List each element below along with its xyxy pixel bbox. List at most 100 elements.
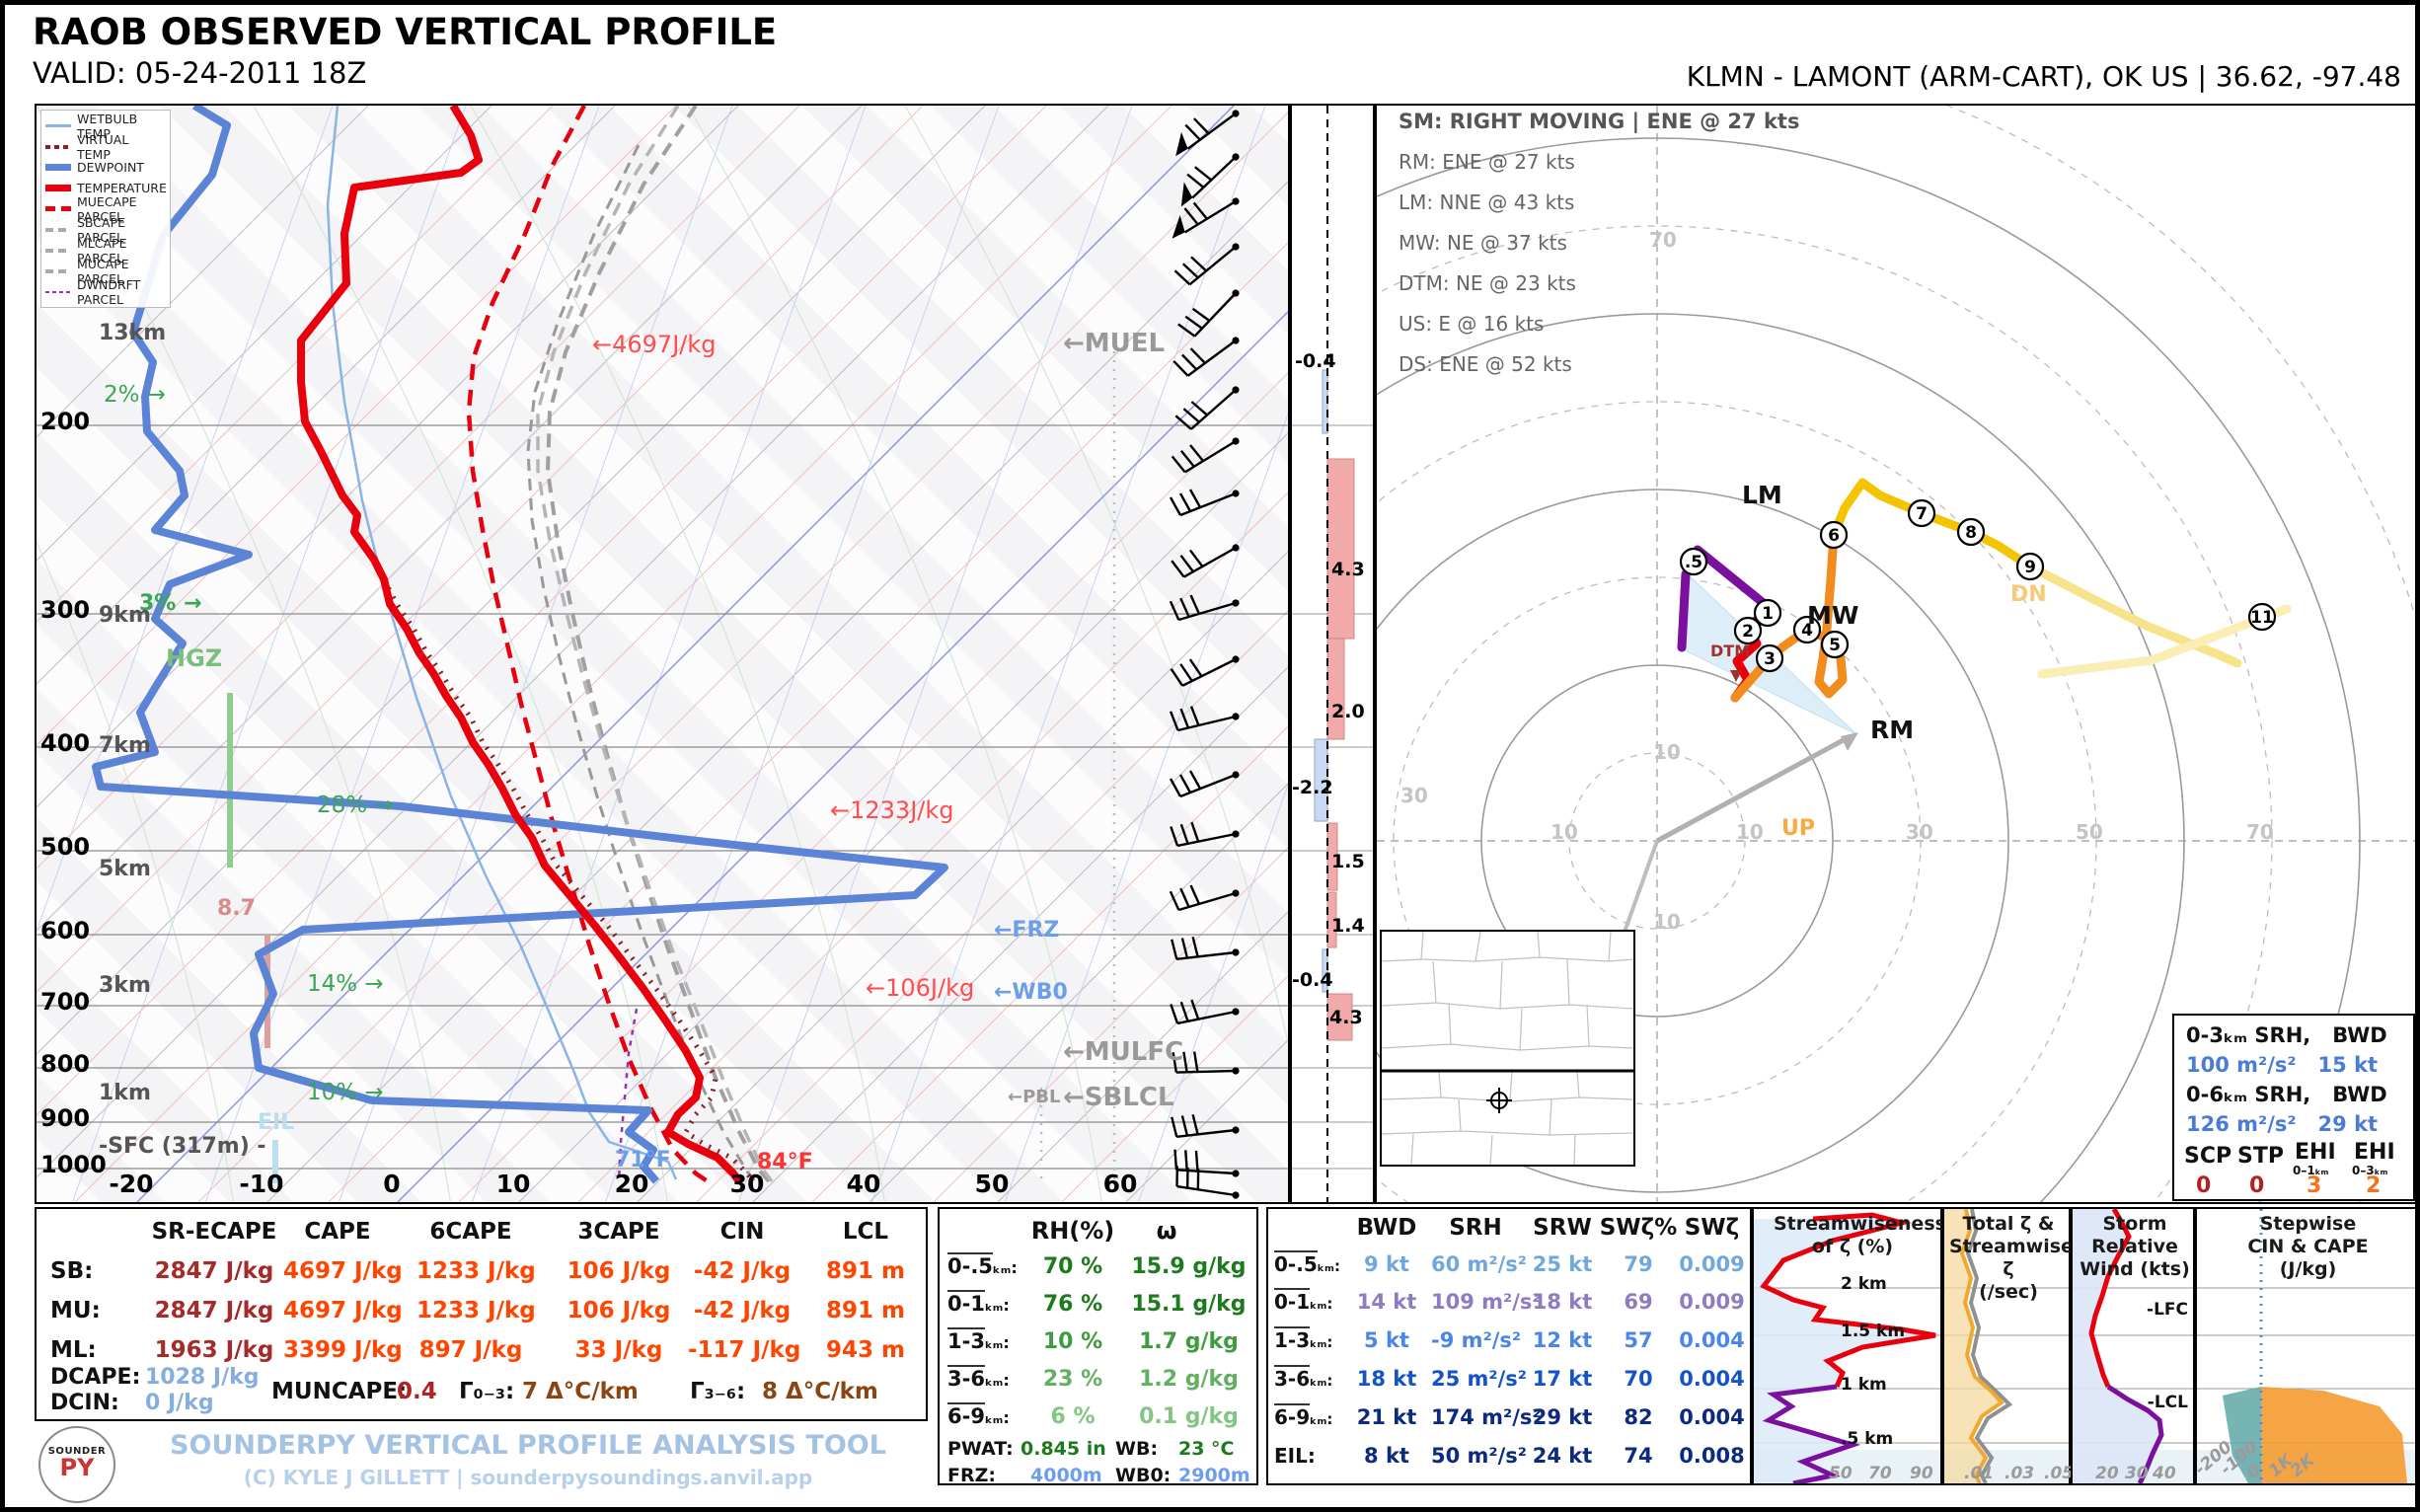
station-info: KLMN - LAMONT (ARM-CART), OK US | 36.62,… xyxy=(1687,60,2401,93)
temperature-line-icon xyxy=(45,185,71,191)
cell: 18 kt xyxy=(1523,1290,1602,1314)
layer: 6-9 xyxy=(947,1402,985,1428)
pressure-tick: 200 xyxy=(40,408,90,435)
height-marker-label: 11 xyxy=(2250,608,2274,628)
cell: 1233 J/kg xyxy=(416,1298,525,1323)
cell: 8 kt xyxy=(1347,1444,1426,1468)
height-marker-label: 5 xyxy=(1829,636,1841,655)
dcape-label: DCAPE: xyxy=(50,1365,140,1390)
row-label: EIL: xyxy=(1274,1444,1316,1468)
layer-unit: ₖₘ: xyxy=(1310,1295,1332,1313)
cell: 0.009 xyxy=(1675,1252,1749,1276)
layer-unit: ₖₘ: xyxy=(985,1333,1010,1352)
cell: 3399 J/kg xyxy=(283,1337,392,1363)
srh-row1-values: 100 m²/s² 15 kt xyxy=(2186,1053,2378,1077)
rh-value: 70 % xyxy=(1019,1254,1127,1279)
stp-value: 0 xyxy=(2249,1173,2264,1198)
ehi2-header: EHI xyxy=(2354,1140,2395,1165)
lapse36-label: Γ₃₋₆: xyxy=(690,1379,745,1404)
cell: 25 m²/s² xyxy=(1431,1367,1520,1391)
bwd-label: BWD xyxy=(2332,1023,2386,1047)
row-label: SB: xyxy=(50,1258,93,1284)
wb-value: 23 °C xyxy=(1178,1438,1235,1460)
height-label: 3km xyxy=(99,973,151,998)
us-line: US: E @ 16 kts xyxy=(1399,312,1799,336)
srh-row1-header: 0-3ₖₘ SRH, BWD xyxy=(2186,1023,2387,1047)
plot-title-line: of ζ (%) xyxy=(1774,1236,1931,1258)
temp-tick: 50 xyxy=(962,1170,1021,1198)
rh-header: RH(%) xyxy=(1014,1217,1132,1245)
ring-label: 70 xyxy=(1649,228,1677,252)
x-tick: .05 xyxy=(2044,1464,2074,1483)
eil-label: EIL xyxy=(258,1110,294,1135)
ring-label: 30 xyxy=(1400,784,1428,807)
cell: 2847 J/kg xyxy=(150,1298,278,1323)
row-label: 0-1ₖₘ: xyxy=(1274,1290,1332,1314)
mucape-annotation: ←4697J/kg xyxy=(592,331,716,358)
cell: 174 m²/s² xyxy=(1431,1405,1520,1429)
logo-text-py: PY xyxy=(40,1457,113,1478)
layer: 1-3 xyxy=(947,1327,985,1353)
x-tick: 90 xyxy=(1910,1464,1933,1483)
thermo-table: SR-ECAPE CAPE 6CAPE 3CAPE CIN LCL SB: 28… xyxy=(35,1207,928,1421)
trace-9km-plus xyxy=(2030,567,2237,663)
row-label: 0-.5ₖₘ: xyxy=(947,1254,1018,1278)
ring-label: 70 xyxy=(2246,820,2274,844)
cell: 9 kt xyxy=(1347,1252,1426,1276)
temp-tick: 10 xyxy=(484,1170,543,1198)
rh-value: 6 % xyxy=(1019,1404,1127,1429)
ring-label: 10 xyxy=(1550,820,1578,844)
legend-label: DEWPOINT xyxy=(77,160,144,175)
wb0-value: 2900m xyxy=(1178,1465,1250,1486)
dcape-value: 1028 J/kg xyxy=(145,1365,260,1390)
cell: 5 kt xyxy=(1347,1328,1426,1352)
bwd-value: 29 kt xyxy=(2318,1112,2379,1136)
legend-item: DWNDRFT PARCEL xyxy=(45,281,166,302)
dtm-line: DTM: NE @ 23 kts xyxy=(1399,271,1799,295)
sounderpy-figure: RAOB OBSERVED VERTICAL PROFILE VALID: 05… xyxy=(0,0,2420,1512)
omega-bar-positive xyxy=(1327,639,1344,739)
layer: 0-1 xyxy=(947,1290,985,1316)
cell: 0.008 xyxy=(1675,1444,1749,1468)
srh-value: 126 m²/s² xyxy=(2186,1112,2297,1136)
cell: 57 xyxy=(1599,1328,1678,1352)
cell: 70 xyxy=(1599,1367,1678,1391)
height-marker-label: 6 xyxy=(1828,526,1840,546)
layer: 1-3 xyxy=(1274,1326,1310,1352)
cell: 17 kt xyxy=(1523,1367,1602,1391)
frz-value: 4000m xyxy=(1030,1465,1102,1486)
cell: 14 kt xyxy=(1347,1290,1426,1314)
mr-value: 0.1 g/kg xyxy=(1122,1404,1255,1429)
sounderpy-logo: SOUNDER PY xyxy=(38,1426,115,1503)
cell: 0.009 xyxy=(1675,1290,1749,1314)
x-tick: 20 xyxy=(2095,1464,2119,1483)
scp-value: 0 xyxy=(2196,1173,2211,1198)
mlcape-line-icon xyxy=(45,249,71,253)
mulfc-annotation: ←MULFC xyxy=(1063,1037,1183,1067)
moisture-table: RH(%) ω 0-.5ₖₘ: 70 % 15.9 g/kg 0-1ₖₘ: 76… xyxy=(938,1207,1258,1485)
height-marker-label: 9 xyxy=(2024,558,2036,577)
station-crosshair-icon xyxy=(1486,1088,1512,1113)
lcl-marker: -LCL xyxy=(2137,1393,2188,1412)
layer-unit: ₖₘ: xyxy=(985,1296,1010,1315)
dcin-value: 0 J/kg xyxy=(145,1391,214,1415)
col-header: BWD xyxy=(1347,1215,1426,1241)
cell: 0.004 xyxy=(1675,1328,1749,1352)
row-label: 3-6ₖₘ: xyxy=(947,1367,1010,1391)
scp-header: SCP xyxy=(2184,1144,2231,1169)
ring-label: 10 xyxy=(1736,820,1764,844)
layer: 6-9 xyxy=(1274,1403,1310,1429)
omega-value: -0.4 xyxy=(1295,350,1336,372)
height-marker-label: 1 xyxy=(1762,604,1774,624)
row-label: 6-9ₖₘ: xyxy=(1274,1405,1332,1429)
cell: 79 xyxy=(1599,1252,1678,1276)
row-label: 1-3ₖₘ: xyxy=(947,1329,1010,1353)
x-tick: 50 xyxy=(1829,1464,1853,1483)
height-marker-label: 7 xyxy=(1916,504,1928,524)
y-label: 2 km xyxy=(1841,1274,1887,1294)
layer-range: 0-3ₖₘ xyxy=(2186,1023,2247,1047)
row-label: 1-3ₖₘ: xyxy=(1274,1328,1332,1352)
x-tick: .01 xyxy=(1964,1464,1994,1483)
rh-value: 10 % xyxy=(1019,1329,1127,1354)
page-title: RAOB OBSERVED VERTICAL PROFILE xyxy=(33,11,777,53)
